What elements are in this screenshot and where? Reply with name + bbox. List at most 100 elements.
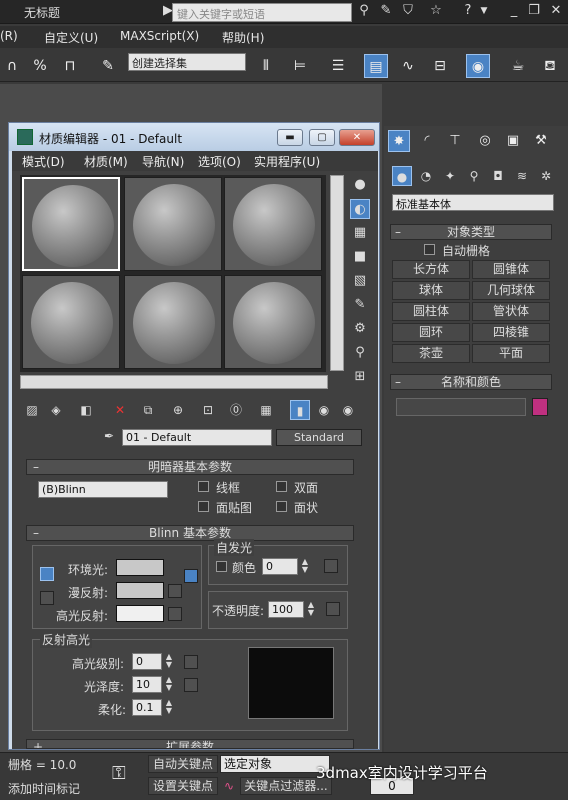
hierarchy-tab-icon[interactable]: ⊤ [444,130,466,152]
spinner-arrows[interactable]: ▲ ▼ [164,676,174,693]
help-icon[interactable]: ? [460,3,476,19]
align-icon[interactable]: ⊨ [288,54,312,78]
sample-slot[interactable] [124,275,222,369]
primitive-category-dropdown[interactable]: 标准基本体 [392,194,554,211]
box-button[interactable]: 长方体 [392,260,470,279]
rollout-blinn-basic[interactable]: – Blinn 基本参数 [26,525,354,541]
menu-navigation[interactable]: 导航(N) [142,153,184,170]
faceted-checkbox[interactable] [276,501,287,512]
go-to-parent-icon[interactable]: ◉ [314,400,334,420]
set-key-button[interactable]: 设置关键点 [148,777,218,795]
sample-slot[interactable] [22,177,120,271]
material-editor-title-bar[interactable]: 材质编辑器 - 01 - Default ▬ ▢ ✕ [9,123,379,151]
material-id-icon[interactable]: ⓪ [226,400,246,420]
curve-editor-icon[interactable]: ∿ [396,54,420,78]
video-color-check-icon[interactable]: ▧ [350,271,370,291]
menu-item-customize[interactable]: 自定义(U) [44,29,98,46]
rollout-object-type[interactable]: – 对象类型 [390,224,552,240]
utilities-tab-icon[interactable]: ⚒ [530,130,552,152]
geometry-icon[interactable]: ● [392,166,412,186]
edit-named-selection-icon[interactable]: ✎ [96,54,120,78]
sample-slot[interactable] [124,177,222,271]
motion-tab-icon[interactable]: ◎ [474,130,496,152]
glossiness-map-button[interactable] [184,678,198,692]
systems-icon[interactable]: ✲ [536,166,556,186]
shapes-icon[interactable]: ◔ [416,166,436,186]
self-illum-color-checkbox[interactable] [216,561,227,572]
geosphere-button[interactable]: 几何球体 [472,281,550,300]
soften-field[interactable]: 0.1 [132,699,162,716]
eyedropper-icon[interactable]: ✒ [104,429,118,445]
menu-mode[interactable]: 模式(D) [22,153,65,170]
lights-icon[interactable]: ✦ [440,166,460,186]
two-sided-checkbox[interactable] [276,481,287,492]
make-preview-icon[interactable]: ✎ [350,295,370,315]
rollout-extended[interactable]: + 扩展参数 [26,739,354,749]
bind-space-warp-icon[interactable]: ∩ [0,54,24,78]
modify-tab-icon[interactable]: ◜ [416,130,438,152]
show-end-result-icon[interactable]: ▮ [290,400,310,420]
spinner-arrows[interactable]: ▲ ▼ [306,601,316,618]
maximize-button[interactable]: ▢ [309,129,335,146]
ambient-color-swatch[interactable] [116,559,164,576]
scene-explorer-icon[interactable]: ▤ [364,54,388,78]
opacity-value-field[interactable]: 100 [268,601,304,618]
sample-slot[interactable] [224,177,322,271]
auto-key-button[interactable]: 自动关键点 [148,755,218,773]
spinner-arrows[interactable]: ▲ ▼ [164,699,174,716]
put-to-scene-icon[interactable]: ◈ [46,400,66,420]
material-type-button[interactable]: Standard [276,429,362,446]
spinner-snap-icon[interactable]: ⊓ [58,54,82,78]
lock-ambient-diffuse-button[interactable] [40,567,54,581]
add-time-tag-button[interactable]: 添加时间标记 [8,780,80,797]
menu-options[interactable]: 选项(O) [198,153,241,170]
diffuse-color-swatch[interactable] [116,582,164,599]
slots-vertical-scrollbar[interactable] [330,175,344,371]
slots-horizontal-scrollbar[interactable] [20,375,328,389]
uv-tiling-icon[interactable]: ■ [350,247,370,267]
minimize-icon[interactable]: _ [506,3,522,19]
specular-level-map-button[interactable] [184,655,198,669]
tools-icon[interactable]: ✎ [378,3,394,19]
torus-button[interactable]: 圆环 [392,323,470,342]
bookmark-icon[interactable]: ⛉ [400,3,416,19]
percent-snap-icon[interactable]: % [28,54,52,78]
diffuse-map-button[interactable] [168,584,182,598]
reset-icon[interactable]: ✕ [110,400,130,420]
shader-type-dropdown[interactable]: (B)Blinn [38,481,168,498]
create-tab-icon[interactable]: ✸ [388,130,410,152]
sphere-button[interactable]: 球体 [392,281,470,300]
plane-button[interactable]: 平面 [472,344,550,363]
self-illum-map-button[interactable] [324,559,338,573]
get-material-icon[interactable]: ▨ [22,400,42,420]
lock-diffuse-specular-button[interactable] [40,591,54,605]
schematic-view-icon[interactable]: ⊟ [428,54,452,78]
go-forward-icon[interactable]: ◉ [338,400,358,420]
menu-material[interactable]: 材质(M) [84,153,128,170]
layer-manager-icon[interactable]: ☰ [326,54,350,78]
cone-button[interactable]: 圆锥体 [472,260,550,279]
specular-map-button[interactable] [168,607,182,621]
tube-button[interactable]: 管状体 [472,302,550,321]
material-name-field[interactable]: 01 - Default [122,429,272,446]
rollout-shader-basic[interactable]: – 明暗器基本参数 [26,459,354,475]
options-icon[interactable]: ⚙ [350,319,370,339]
spinner-arrows[interactable]: ▲ ▼ [300,558,310,575]
render-setup-icon[interactable]: ☕ [506,54,530,78]
autogrid-checkbox[interactable] [424,244,435,255]
tangent-icon[interactable]: ∿ [224,779,234,793]
object-color-swatch[interactable] [532,398,548,416]
cameras-icon[interactable]: ⚲ [464,166,484,186]
assign-material-icon[interactable]: ◧ [76,400,96,420]
glossiness-field[interactable]: 10 [132,676,162,693]
spinner-arrows[interactable]: ▲ ▼ [164,653,174,670]
close-icon[interactable]: ✕ [548,3,564,19]
face-map-checkbox[interactable] [198,501,209,512]
menu-utilities[interactable]: 实用程序(U) [254,153,320,170]
select-by-material-icon[interactable]: ⚲ [350,343,370,363]
material-navigator-icon[interactable]: ⊞ [350,367,370,387]
menu-item[interactable]: (R) [0,29,18,43]
render-icon[interactable]: ⛾ [538,54,562,78]
lock-icon[interactable] [184,569,198,583]
specular-level-field[interactable]: 0 [132,653,162,670]
